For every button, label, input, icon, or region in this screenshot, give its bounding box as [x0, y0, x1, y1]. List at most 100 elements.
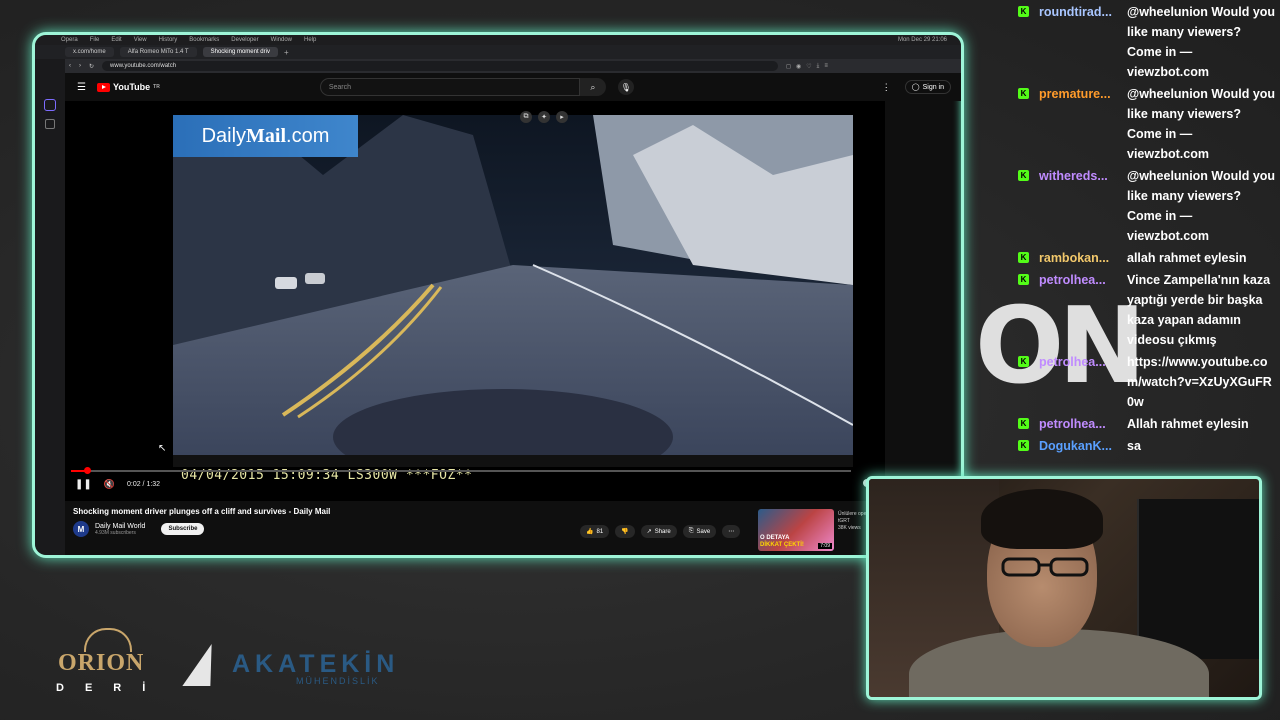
- chat-text: sa: [1127, 439, 1141, 453]
- video-player[interactable]: Daily Mail .com ⧉ ✦ ▸ 04/04/2015 15:09:34 …: [65, 101, 885, 501]
- tab-youtube-video[interactable]: Shocking moment driv: [202, 47, 278, 57]
- account-icon: ◯: [911, 84, 920, 91]
- cast-icon[interactable]: ▸: [556, 111, 568, 123]
- rec-thumb-line1: O DETAYA: [760, 535, 790, 541]
- dislike-button[interactable]: 👎: [615, 525, 635, 538]
- star-icon[interactable]: [45, 119, 55, 129]
- progress-knob[interactable]: [83, 467, 91, 474]
- player-controls: ❚❚ 🔇 0:02 / 1:32: [75, 479, 160, 490]
- recommended-thumbnail[interactable]: O DETAYA DİKKAT ÇEKTİ! 7:09: [758, 509, 834, 551]
- akatekin-logo: AKATEKİN MÜHENDİSLİK: [182, 644, 420, 690]
- mac-menu-bar: Opera File Edit View History Bookmarks D…: [35, 35, 961, 45]
- road-scene: [173, 115, 853, 467]
- channel-row: M Daily Mail World 4.93M subscribers Sub…: [73, 521, 205, 537]
- more-options-icon[interactable]: ⋮: [882, 82, 891, 93]
- video-metadata: Shocking moment driver plunges off a cli…: [65, 503, 961, 555]
- tab-x-home[interactable]: x.com/home: [65, 47, 114, 57]
- chat-message: K petrolhea... https://www.youtube.com/w…: [1018, 352, 1280, 412]
- kick-badge-icon: K: [1018, 274, 1029, 285]
- menu-clock: Mon Dec 29 21:06: [897, 37, 947, 43]
- pause-icon[interactable]: ❚❚: [75, 479, 92, 490]
- youtube-logo-text: YouTube: [113, 82, 151, 92]
- save-button[interactable]: ⎘ Save: [682, 525, 717, 538]
- orion-deri-logo: ORION DERİ: [56, 628, 156, 698]
- share-button[interactable]: ↗ Share: [640, 525, 677, 538]
- bookmark-icon: ⎘: [688, 528, 694, 534]
- microphone-icon[interactable]: 🎙: [617, 79, 634, 95]
- menu-developer[interactable]: Developer: [231, 37, 258, 43]
- chat-username[interactable]: premature...: [1039, 84, 1127, 104]
- browser-window: Opera File Edit View History Bookmarks D…: [32, 32, 964, 558]
- chat-username[interactable]: rambokan...: [1039, 248, 1127, 268]
- miniplayer-icon[interactable]: ⧉: [520, 111, 532, 123]
- kick-badge-icon: K: [1018, 170, 1029, 181]
- tab-bar: x.com/home Alfa Romeo MiTo 1.4 T Shockin…: [35, 45, 961, 59]
- sign-in-label: Sign in: [922, 83, 944, 91]
- back-icon[interactable]: ‹: [69, 63, 71, 69]
- thumbs-down-icon: 👎: [621, 529, 629, 535]
- kick-badge-icon: K: [1018, 252, 1029, 263]
- more-actions-icon[interactable]: ⋯: [722, 525, 741, 538]
- video-frame[interactable]: Daily Mail .com: [173, 115, 853, 467]
- webcam-window: [1137, 499, 1259, 659]
- rec-thumb-line2: DİKKAT ÇEKTİ!: [760, 542, 804, 548]
- like-button[interactable]: 👍 81: [580, 525, 610, 538]
- progress-bar[interactable]: [71, 467, 851, 474]
- forward-icon[interactable]: ›: [79, 63, 81, 69]
- glasses-icon: [1001, 557, 1089, 577]
- video-top-icons: ⧉ ✦ ▸: [520, 111, 568, 123]
- chat-message: K withereds... @wheelunion Would you lik…: [1018, 166, 1280, 246]
- download-icon[interactable]: ⤓: [817, 63, 820, 70]
- orion-arch-icon: [84, 628, 132, 652]
- kick-badge-icon: K: [1018, 356, 1029, 367]
- orion-name: ORION: [58, 650, 145, 676]
- mute-icon[interactable]: 🔇: [104, 479, 115, 490]
- channel-avatar[interactable]: M: [73, 521, 89, 537]
- search-input[interactable]: Search: [319, 78, 580, 96]
- menu-opera[interactable]: Opera: [61, 37, 78, 43]
- chat-username[interactable]: petrolhea...: [1039, 270, 1127, 290]
- reload-icon[interactable]: ↻: [89, 63, 94, 70]
- heart-icon[interactable]: ♡: [806, 63, 811, 70]
- chat-username[interactable]: DogukanK...: [1039, 436, 1127, 456]
- menu-icon[interactable]: ≡: [824, 63, 828, 70]
- menu-view[interactable]: View: [134, 37, 147, 43]
- home-icon[interactable]: [44, 99, 56, 111]
- time-display: 0:02 / 1:32: [126, 481, 161, 488]
- menu-window[interactable]: Window: [271, 37, 292, 43]
- url-field[interactable]: www.youtube.com/watch: [102, 61, 779, 71]
- camera-icon[interactable]: ◉: [796, 63, 801, 70]
- kick-badge-icon: K: [1018, 88, 1029, 99]
- chat-message: K petrolhea... Vince Zampella'nın kaza y…: [1018, 270, 1280, 350]
- subscriber-count: 4.93M subscribers: [95, 529, 136, 536]
- channel-name[interactable]: Daily Mail World: [95, 523, 145, 530]
- chat-username[interactable]: petrolhea...: [1039, 352, 1127, 372]
- sign-in-button[interactable]: ◯ Sign in: [904, 80, 951, 94]
- address-bar-icons: ◻ ◉ ♡ ⤓ ≡: [786, 63, 828, 70]
- chat-username[interactable]: roundtirad...: [1039, 2, 1127, 22]
- action-buttons: 👍 81 👎 ↗ Share ⎘ Save ⋯: [580, 525, 741, 538]
- subscribe-button[interactable]: Subscribe: [161, 523, 205, 535]
- youtube-header: ☰ YouTube TR Search ⌕ 🎙 ⋮ ◯ Sign in: [65, 73, 961, 101]
- rec-thumb-duration: 7:09: [818, 543, 832, 549]
- chat-username[interactable]: withereds...: [1039, 166, 1127, 186]
- search-icon[interactable]: ⌕: [579, 78, 606, 96]
- hamburger-icon[interactable]: ☰: [77, 82, 87, 93]
- tab-alfa-romeo[interactable]: Alfa Romeo MiTo 1.4 T: [119, 47, 197, 57]
- thumbs-up-icon: 👍: [586, 529, 594, 535]
- menu-history[interactable]: History: [159, 37, 178, 43]
- chat-username[interactable]: petrolhea...: [1039, 414, 1127, 434]
- chat-message: K petrolhea... Allah rahmet eylesin: [1018, 414, 1280, 434]
- youtube-logo[interactable]: YouTube TR: [97, 82, 160, 92]
- menu-file[interactable]: File: [90, 37, 100, 43]
- akatekin-name: AKATEKİN: [232, 650, 400, 678]
- chat-message: K roundtirad... @wheelunion Would you li…: [1018, 2, 1280, 82]
- menu-help[interactable]: Help: [304, 37, 316, 43]
- extension-icon[interactable]: ◻: [786, 63, 791, 70]
- share-icon: ↗: [646, 529, 652, 535]
- chat-text: https://www.youtube.com/watch?v=XzUyXGuF…: [1127, 355, 1272, 409]
- ambient-icon[interactable]: ✦: [538, 111, 550, 123]
- menu-edit[interactable]: Edit: [111, 37, 121, 43]
- new-tab-icon[interactable]: +: [284, 48, 289, 57]
- menu-bookmarks[interactable]: Bookmarks: [189, 37, 219, 43]
